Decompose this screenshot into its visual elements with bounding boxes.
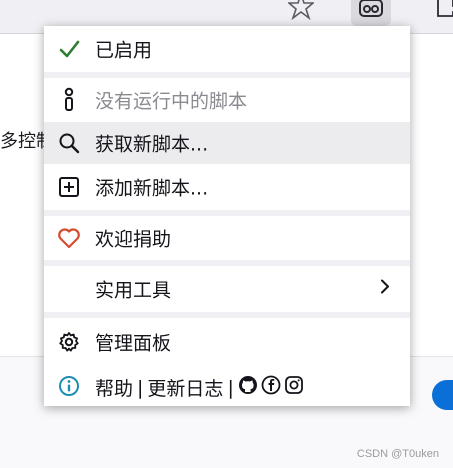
tampermonkey-popup-menu: 已启用 没有运行中的脚本 获取新脚本... 添加新脚本... 欢迎捐助 实用工具 — [44, 26, 410, 406]
menu-item-add-new-script[interactable]: 添加新脚本... — [44, 164, 410, 210]
instagram-icon[interactable] — [284, 375, 304, 400]
bookmark-star-icon[interactable] — [286, 0, 316, 21]
separator: | — [227, 376, 234, 399]
extensions-puzzle-icon[interactable] — [432, 0, 453, 20]
utilities-label: 实用工具 — [95, 279, 172, 302]
enabled-label: 已启用 — [95, 39, 153, 62]
watermark: CSDN @T0uken — [356, 448, 439, 460]
add-script-label: 添加新脚本... — [95, 177, 209, 200]
info-exclamation-icon — [56, 87, 82, 113]
menu-footer-row: 帮助 | 更新日志 | — [44, 366, 410, 406]
plus-square-icon — [56, 174, 82, 200]
help-link[interactable]: 帮助 — [95, 374, 133, 401]
facebook-icon[interactable] — [261, 375, 281, 400]
tampermonkey-icon — [359, 0, 383, 17]
menu-item-no-running-scripts: 没有运行中的脚本 — [44, 78, 410, 122]
menu-item-utilities[interactable]: 实用工具 — [44, 266, 410, 312]
checkmark-icon — [56, 36, 82, 62]
separator: | — [137, 376, 144, 399]
menu-item-dashboard[interactable]: 管理面板 — [44, 318, 410, 366]
github-icon[interactable] — [238, 375, 258, 400]
info-circle-icon — [56, 373, 82, 399]
heart-icon — [56, 225, 82, 251]
donate-label: 欢迎捐助 — [95, 228, 172, 251]
changelog-link[interactable]: 更新日志 — [147, 374, 223, 401]
menu-item-donate[interactable]: 欢迎捐助 — [44, 216, 410, 260]
search-icon — [56, 130, 82, 156]
dashboard-label: 管理面板 — [95, 332, 172, 355]
no-scripts-label: 没有运行中的脚本 — [95, 90, 248, 113]
gear-icon — [56, 329, 82, 355]
chevron-right-icon — [380, 279, 390, 300]
tampermonkey-extension-button[interactable] — [351, 0, 391, 26]
menu-item-enabled[interactable]: 已启用 — [44, 26, 410, 72]
get-scripts-label: 获取新脚本... — [95, 133, 209, 156]
menu-item-get-new-scripts[interactable]: 获取新脚本... — [44, 122, 410, 164]
